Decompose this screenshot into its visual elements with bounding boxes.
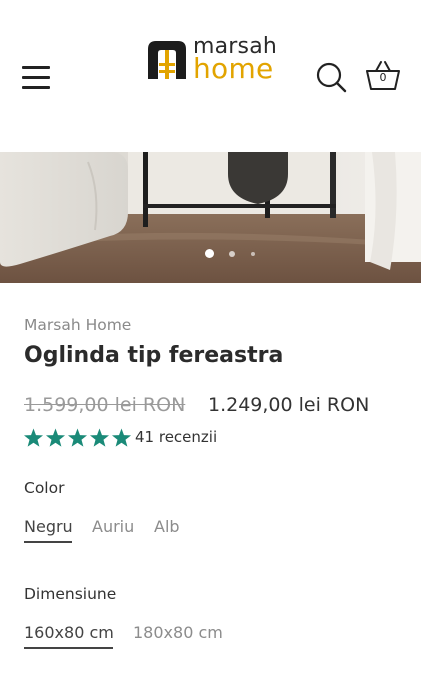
star-icon xyxy=(45,428,66,447)
product-title: Oglinda tip fereastra xyxy=(24,343,284,368)
cart-button[interactable]: 0 xyxy=(364,56,402,94)
menu-button[interactable] xyxy=(22,64,52,90)
rating-stars xyxy=(24,428,132,447)
star-icon xyxy=(24,428,44,447)
product-image-carousel[interactable] xyxy=(0,152,421,283)
site-header: marsah home 0 xyxy=(0,0,421,152)
star-icon xyxy=(111,428,132,447)
hamburger-icon xyxy=(22,66,50,69)
color-option-negru[interactable]: Negru xyxy=(24,517,73,536)
size-option-180x80[interactable]: 180x80 cm xyxy=(133,623,223,642)
size-option-160x80[interactable]: 160x80 cm xyxy=(24,623,114,642)
search-button[interactable] xyxy=(314,60,348,94)
star-icon xyxy=(67,428,88,447)
carousel-dot-3[interactable] xyxy=(251,252,255,256)
compare-at-price: 1.599,00 lei RON xyxy=(24,394,186,416)
size-option-label: Dimensiune xyxy=(24,585,117,603)
sale-price: 1.249,00 lei RON xyxy=(208,394,370,416)
color-selected-underline xyxy=(24,541,72,543)
color-option-auriu[interactable]: Auriu xyxy=(92,517,134,536)
carousel-dot-2[interactable] xyxy=(229,251,235,257)
cart-count: 0 xyxy=(379,71,387,84)
brand-logo[interactable]: marsah home xyxy=(146,34,286,85)
product-vendor[interactable]: Marsah Home xyxy=(24,316,131,334)
star-icon xyxy=(89,428,110,447)
logo-text-bottom: home xyxy=(193,52,274,85)
carousel-dots xyxy=(0,249,421,259)
product-photo xyxy=(0,152,421,283)
reviews-link[interactable]: 41 recenzii xyxy=(135,428,217,446)
color-option-alb[interactable]: Alb xyxy=(154,517,180,536)
carousel-dot-1[interactable] xyxy=(205,249,214,258)
search-icon xyxy=(316,62,347,93)
size-selected-underline xyxy=(24,647,113,649)
logo-mark-icon xyxy=(148,41,186,79)
color-option-label: Color xyxy=(24,479,65,497)
